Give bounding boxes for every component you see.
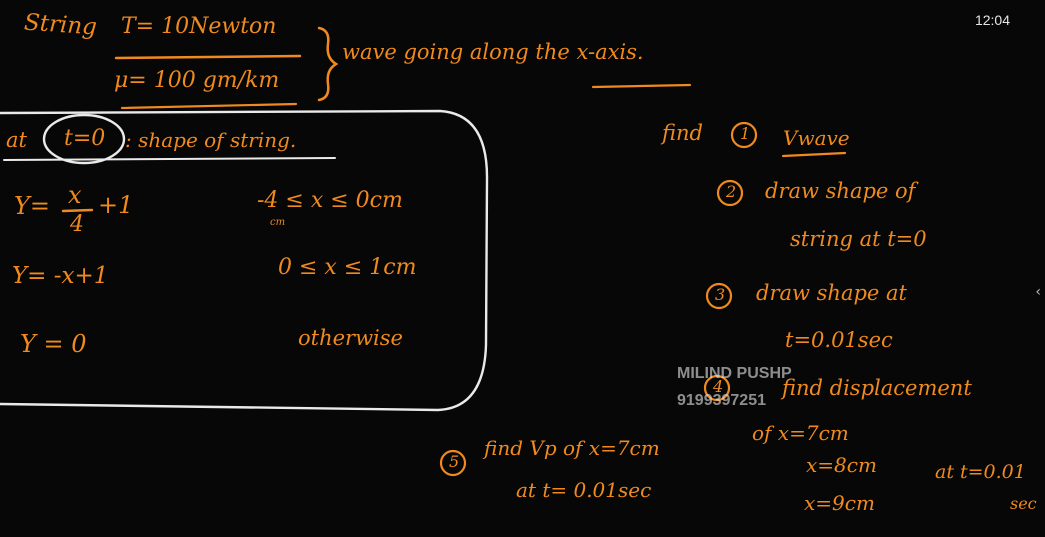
task3-number: 3 <box>715 285 726 304</box>
piece1-equation-numerator: x <box>68 181 82 209</box>
task4-unit: sec <box>1010 494 1037 513</box>
piece2-equation: Y= -x+1 <box>12 263 109 289</box>
task1-number: 1 <box>740 124 751 143</box>
task5-line1: find Vp of x=7cm <box>484 436 660 460</box>
piece1-equation-denominator: 4 <box>70 212 84 237</box>
task1-text: Vwave <box>783 126 850 150</box>
task5-number: 5 <box>449 452 460 471</box>
shape-heading-time: t=0 <box>64 126 106 151</box>
piece3-equation: Y = 0 <box>20 330 87 358</box>
task4-line4: x=9cm <box>804 491 875 515</box>
task2-line1: draw shape of <box>765 179 916 203</box>
task4-line2: of x=7cm <box>752 421 849 445</box>
piece1-range: -4 ≤ x ≤ 0cm <box>257 188 403 213</box>
shape-heading-at: at <box>6 128 27 152</box>
piece1-range-unit: cm <box>270 217 286 228</box>
chevron-left-icon[interactable]: ‹ <box>1035 284 1041 300</box>
task2-number: 2 <box>726 182 737 201</box>
task4-line1: find displacement <box>782 376 972 400</box>
clock-time: 12:04 <box>974 12 1010 28</box>
task5-line2: at t= 0.01sec <box>516 478 652 502</box>
task4-line3: x=8cm <box>806 453 877 477</box>
task4-time: at t=0.01 <box>935 461 1026 483</box>
watermark-phone: 9199397251 <box>677 392 766 409</box>
piece2-range: 0 ≤ x ≤ 1cm <box>278 255 417 280</box>
watermark-name: MILIND PUSHP <box>677 365 792 382</box>
task3-line1: draw shape at <box>756 281 907 305</box>
find-label: find <box>662 121 703 145</box>
piece1-equation-y: Y= <box>14 192 50 220</box>
task3-line2: t=0.01sec <box>785 328 893 352</box>
piece1-equation-tail: +1 <box>98 191 134 219</box>
piece3-range: otherwise <box>298 326 403 350</box>
whiteboard-canvas: String T= 10Newton μ= 100 gm/km wave goi… <box>0 0 1045 537</box>
task2-line2: string at t=0 <box>790 227 927 251</box>
shape-heading-text: : shape of string. <box>125 128 297 152</box>
